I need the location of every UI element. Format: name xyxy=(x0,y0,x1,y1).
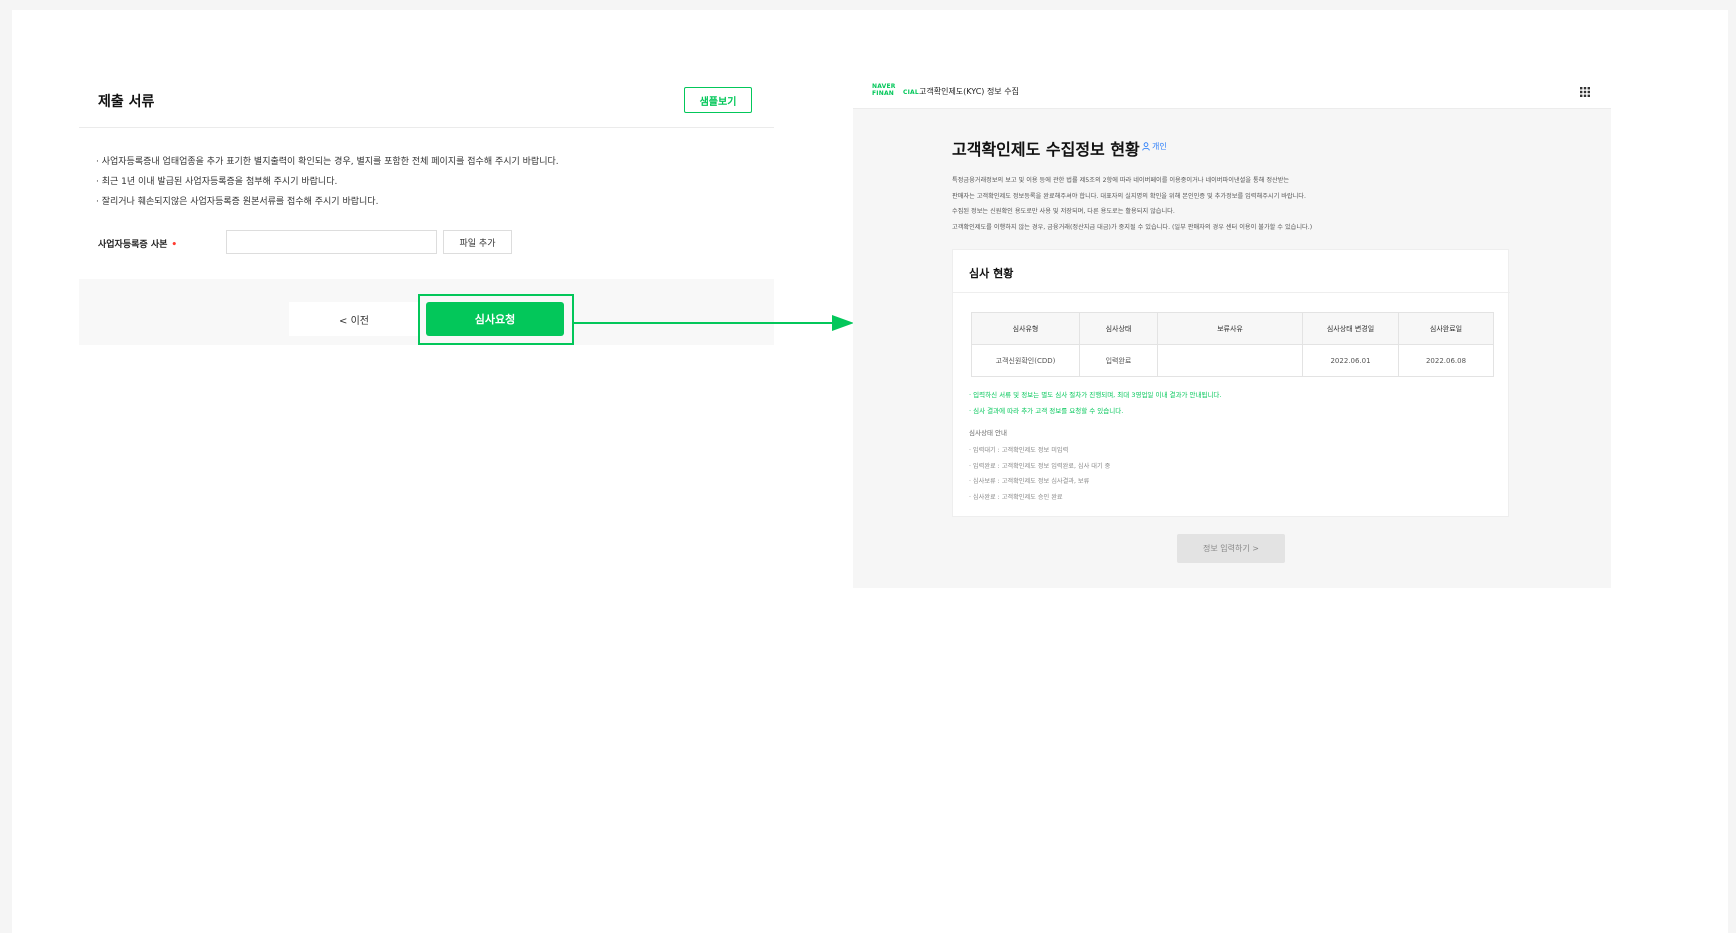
table-row: 고객신원확인(CDD) 입력완료 2022.06.01 2022.06.08 xyxy=(971,344,1494,377)
badge-label: 개인 xyxy=(1152,142,1167,151)
account-type-badge: 개인 xyxy=(1142,141,1167,152)
description-line: 판매자는 고객확인제도 정보등록을 완료해주셔야 합니다. 대표자의 실지명의 … xyxy=(952,192,1306,200)
note-line: · 심사 결과에 따라 추가 고객 정보를 요청할 수 있습니다. xyxy=(969,406,1124,415)
status-guide-item: · 심사완료 : 고객확인제도 승인 완료 xyxy=(969,493,1063,501)
person-icon xyxy=(1142,142,1150,151)
review-notes: · 입력하신 서류 및 정보는 별도 심사 절차가 진행되며, 최대 3영업일 … xyxy=(969,388,1221,419)
status-guide-item: · 입력대기 : 고객확인제도 정보 미입력 xyxy=(969,447,1069,454)
document-card: 제출 서류 샘플보기 · 사업자등록증내 업태업종을 추가 표기한 별지출력이 … xyxy=(79,77,774,279)
column-header: 심사상태 변경일 xyxy=(1302,312,1399,345)
review-status-card: 심사 현황 심사유형 심사상태 보류사유 심사상태 변경일 심사완료일 고객신원… xyxy=(952,249,1510,517)
review-table: 심사유형 심사상태 보류사유 심사상태 변경일 심사완료일 고객신원확인(CDD… xyxy=(971,312,1494,377)
column-header: 심사유형 xyxy=(971,312,1080,345)
table-cell: 2022.06.01 xyxy=(1302,344,1399,377)
status-guide-item: · 입력완료 : 고객확인제도 정보 입력완료, 심사 대기 중 xyxy=(969,462,1111,470)
notice-item: · 잘리거나 훼손되지않은 사업자등록증 원본서류를 접수해 주시기 바랍니다. xyxy=(96,197,379,207)
table-cell: 입력완료 xyxy=(1079,344,1158,377)
section-title: 제출 서류 xyxy=(98,94,155,110)
arrow-right-icon xyxy=(574,315,854,331)
divider xyxy=(953,292,1510,293)
table-cell xyxy=(1157,344,1303,377)
notice-item: · 사업자등록증내 업태업종을 추가 표기한 별지출력이 확인되는 경우, 별지… xyxy=(96,157,559,167)
enter-info-button[interactable]: 정보 입력하기 > xyxy=(1177,534,1285,563)
review-request-button[interactable]: 심사요청 xyxy=(426,302,564,336)
document-submission-panel: 제출 서류 샘플보기 · 사업자등록증내 업태업종을 추가 표기한 별지출력이 … xyxy=(79,77,774,345)
header-bar: NAVER FINAN CIAL 고객확인제도(KYC) 정보 수집 xyxy=(853,77,1611,109)
description: 특정금융거래정보의 보고 및 이용 등에 관한 법률 제5조의 2항에 따라 네… xyxy=(952,173,1312,235)
kyc-status-panel: NAVER FINAN CIAL 고객확인제도(KYC) 정보 수집 고객확인제… xyxy=(853,77,1611,588)
required-mark: • xyxy=(171,240,178,250)
status-guide-item: · 심사보류 : 고객확인제도 정보 심사결과, 보류 xyxy=(969,478,1090,485)
description-line: 고객확인제도를 이행하지 않는 경우, 금융거래(정산지급 대금)가 중지될 수… xyxy=(952,223,1313,231)
business-license-label: 사업자등록증 사본 • xyxy=(98,237,177,250)
table-cell: 고객신원확인(CDD) xyxy=(971,344,1080,377)
previous-button[interactable]: < 이전 xyxy=(289,302,419,336)
notice-item: · 최근 1년 이내 발급된 사업자등록증을 첨부해 주시기 바랍니다. xyxy=(96,177,338,187)
note-line: · 입력하신 서류 및 정보는 별도 심사 절차가 진행되며, 최대 3영업일 … xyxy=(969,391,1222,399)
naver-financial-logo: NAVER FINAN CIAL xyxy=(872,83,919,97)
grid-icon[interactable] xyxy=(1579,86,1591,98)
column-header: 보류사유 xyxy=(1157,312,1303,345)
review-title: 심사 현황 xyxy=(969,267,1014,280)
description-line: 특정금융거래정보의 보고 및 이용 등에 관한 법률 제5조의 2항에 따라 네… xyxy=(952,177,1290,184)
divider xyxy=(79,127,774,128)
sample-view-button[interactable]: 샘플보기 xyxy=(684,87,752,113)
status-guide-title: 심사상태 안내 xyxy=(969,429,1007,437)
header-title: 고객확인제도(KYC) 정보 수집 xyxy=(919,87,1019,96)
field-label-text: 사업자등록증 사본 xyxy=(98,240,168,250)
status-guide: · 입력대기 : 고객확인제도 정보 미입력 · 입력완료 : 고객확인제도 정… xyxy=(969,443,1110,505)
description-line: 수집된 정보는 신원확인 용도로만 사용 및 저장되며, 다른 용도로는 활용되… xyxy=(952,208,1175,215)
table-cell: 2022.06.08 xyxy=(1398,344,1494,377)
file-name-input[interactable] xyxy=(226,230,437,254)
page-title: 고객확인제도 수집정보 현황 xyxy=(952,140,1140,159)
column-header: 심사상태 xyxy=(1079,312,1158,345)
table-header-row: 심사유형 심사상태 보류사유 심사상태 변경일 심사완료일 xyxy=(971,312,1494,345)
add-file-button[interactable]: 파일 추가 xyxy=(443,230,512,254)
notice-list: · 사업자등록증내 업태업종을 추가 표기한 별지출력이 확인되는 경우, 별지… xyxy=(96,152,559,212)
column-header: 심사완료일 xyxy=(1398,312,1494,345)
